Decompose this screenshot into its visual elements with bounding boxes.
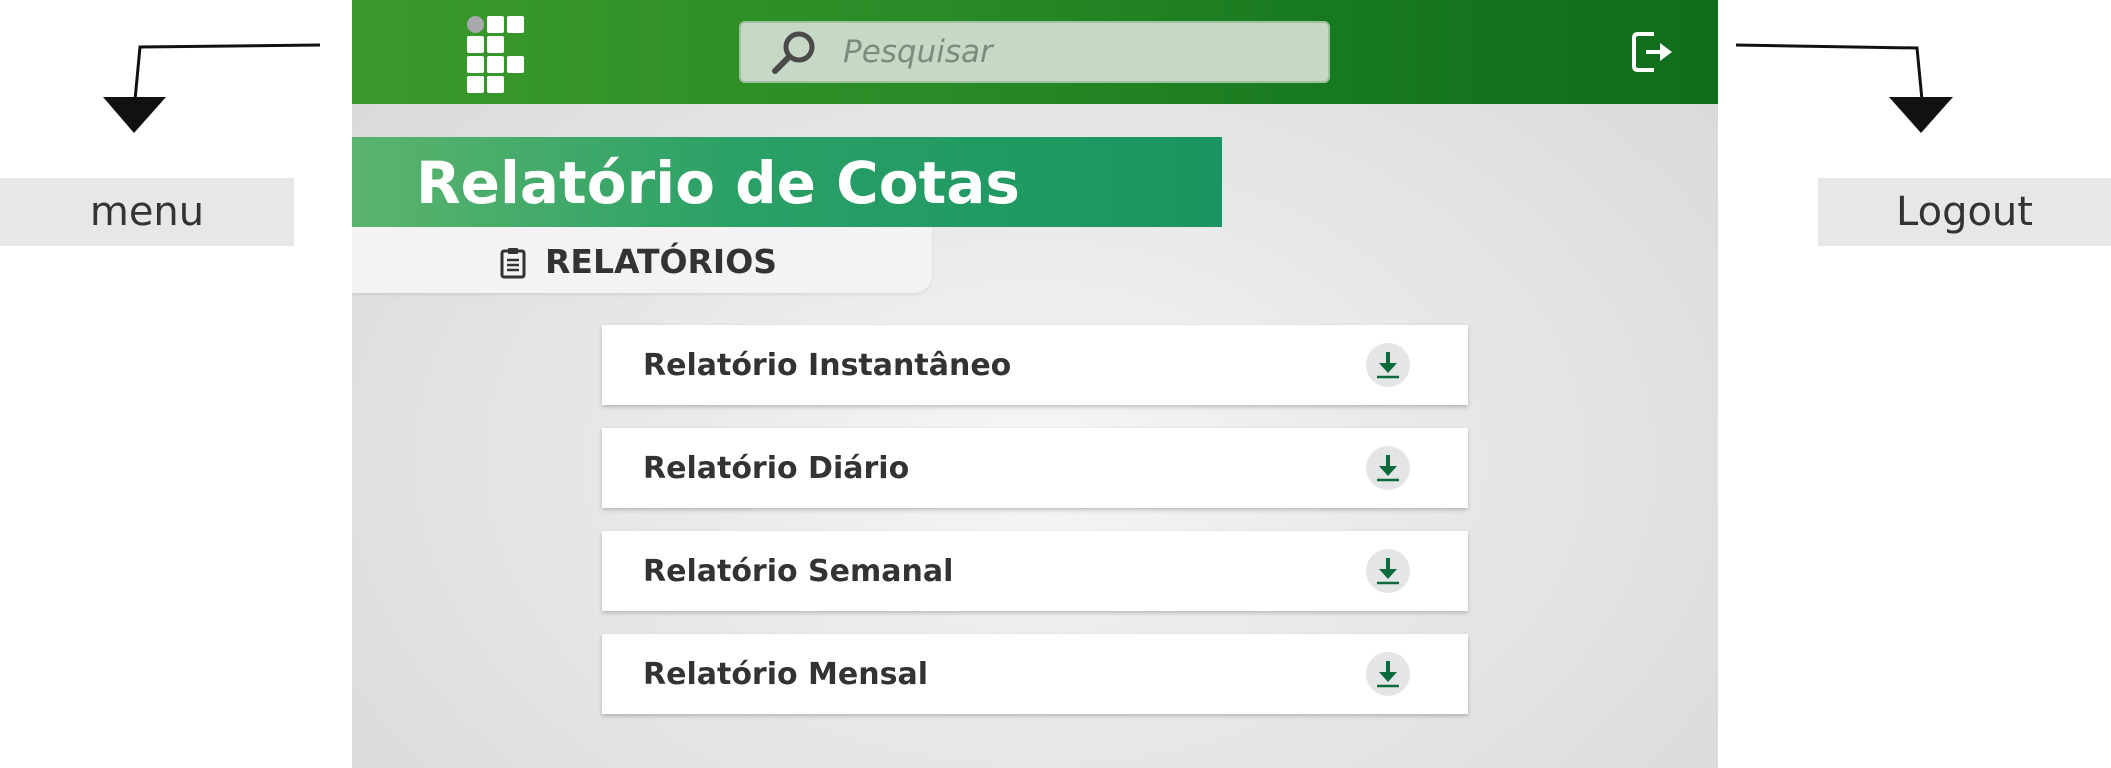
report-label: Relatório Semanal bbox=[643, 554, 954, 589]
section-tab-relatorios: RELATÓRIOS bbox=[352, 227, 932, 293]
section-label: RELATÓRIOS bbox=[545, 242, 778, 281]
report-item-instantaneo[interactable]: Relatório Instantâneo bbox=[602, 325, 1468, 405]
title-banner: Relatório de Cotas bbox=[352, 137, 1222, 227]
clipboard-icon bbox=[500, 248, 526, 279]
report-label: Relatório Diário bbox=[643, 451, 910, 486]
logout-arrow-line bbox=[1735, 43, 1924, 101]
menu-arrow-head bbox=[103, 97, 166, 133]
report-item-mensal[interactable]: Relatório Mensal bbox=[602, 634, 1468, 714]
download-icon[interactable] bbox=[1366, 652, 1410, 696]
report-label: Relatório Mensal bbox=[643, 657, 928, 692]
report-item-diario[interactable]: Relatório Diário bbox=[602, 428, 1468, 508]
report-label: Relatório Instantâneo bbox=[643, 348, 1012, 383]
logout-annotation-label: Logout bbox=[1818, 178, 2111, 246]
top-bar bbox=[352, 0, 1718, 104]
search-icon bbox=[772, 31, 815, 74]
report-item-semanal[interactable]: Relatório Semanal bbox=[602, 531, 1468, 611]
download-icon[interactable] bbox=[1366, 343, 1410, 387]
download-icon[interactable] bbox=[1366, 549, 1410, 593]
search-bar[interactable] bbox=[739, 21, 1330, 83]
search-input[interactable] bbox=[841, 33, 1285, 71]
download-icon[interactable] bbox=[1366, 446, 1410, 490]
app-screen: Relatório de Cotas RELATÓRIOS Relatório … bbox=[352, 0, 1718, 768]
logout-icon[interactable] bbox=[1630, 30, 1676, 74]
menu-arrow-line bbox=[133, 43, 321, 101]
institution-logo-icon[interactable] bbox=[467, 16, 527, 96]
logout-arrow-head bbox=[1889, 97, 1953, 133]
menu-annotation-label: menu bbox=[0, 178, 294, 246]
page-title: Relatório de Cotas bbox=[416, 149, 1020, 217]
